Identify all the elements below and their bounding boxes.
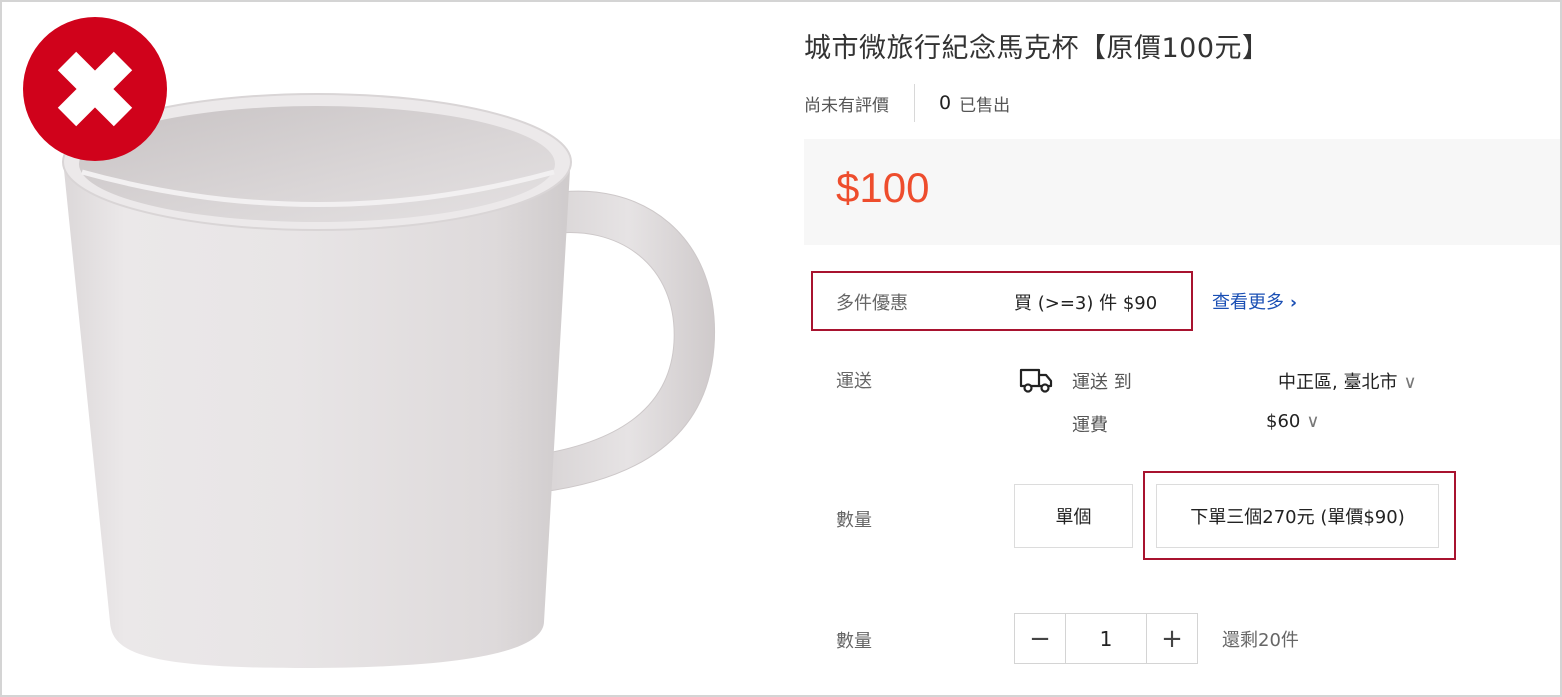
product-meta: 尚未有評價 0 已售出 bbox=[804, 84, 1010, 122]
chevron-down-icon: ∨ bbox=[1306, 411, 1320, 432]
shipping-label: 運送 bbox=[836, 371, 872, 392]
quantity-input[interactable]: 1 bbox=[1065, 614, 1147, 663]
location-dropdown[interactable]: 中正區, 臺北市 ∨ bbox=[1278, 368, 1417, 394]
option-label: 數量 bbox=[836, 510, 872, 531]
chevron-down-icon: ∨ bbox=[1403, 372, 1417, 393]
chevron-right-icon: › bbox=[1290, 293, 1298, 313]
shipping-fee-dropdown[interactable]: $60 ∨ bbox=[1266, 411, 1320, 432]
truck-icon bbox=[1019, 368, 1053, 393]
rating-text[interactable]: 尚未有評價 bbox=[804, 91, 889, 116]
meta-divider bbox=[914, 84, 915, 122]
shipping-fee-label: 運費 bbox=[1072, 415, 1108, 436]
quantity-stepper: − 1 + bbox=[1014, 613, 1198, 664]
product-info-panel: 城市微旅行紀念馬克杯【原價100元】 尚未有評價 0 已售出 $100 多件優惠… bbox=[804, 0, 1560, 697]
product-image bbox=[2, 2, 762, 695]
option-single-button[interactable]: 單個 bbox=[1014, 484, 1133, 548]
location-value: 中正區, 臺北市 bbox=[1278, 372, 1398, 393]
product-price: $100 bbox=[836, 164, 930, 211]
product-title: 城市微旅行紀念馬克杯【原價100元】 bbox=[804, 33, 1270, 64]
deliver-to-label: 運送 到 bbox=[1072, 372, 1132, 393]
see-more-link[interactable]: 查看更多 › bbox=[1212, 288, 1297, 314]
x-mark-icon bbox=[23, 17, 167, 161]
decrement-button[interactable]: − bbox=[1015, 614, 1065, 663]
stock-remaining: 還剩20件 bbox=[1222, 630, 1299, 651]
bulk-discount-text: 買 (>=3) 件 $90 bbox=[1014, 293, 1158, 314]
bulk-discount-label: 多件優惠 bbox=[836, 293, 908, 314]
option-bundle-button[interactable]: 下單三個270元 (單價$90) bbox=[1156, 484, 1439, 548]
sold-label: 已售出 bbox=[959, 95, 1011, 116]
sold-count: 0 bbox=[939, 92, 952, 114]
see-more-label: 查看更多 bbox=[1212, 292, 1284, 313]
shipping-fee-value: $60 bbox=[1266, 411, 1301, 432]
increment-button[interactable]: + bbox=[1147, 614, 1197, 663]
price-box: $100 bbox=[804, 139, 1560, 245]
quantity-label: 數量 bbox=[836, 631, 872, 652]
